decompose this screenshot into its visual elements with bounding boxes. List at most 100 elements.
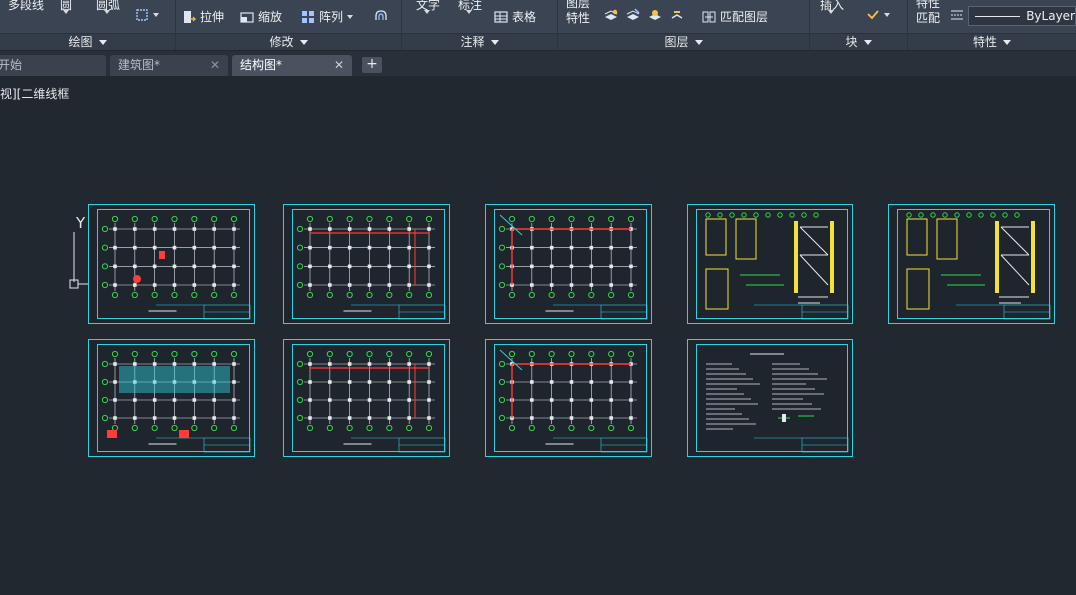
layers-panel-title[interactable]: 图层 bbox=[558, 33, 809, 50]
layer-properties-button[interactable]: 图层 特性 bbox=[566, 0, 590, 26]
scale-label: 缩放 bbox=[258, 10, 283, 24]
table-label: 表格 bbox=[512, 10, 537, 24]
dimension-dropdown[interactable] bbox=[466, 10, 472, 14]
layer-freeze-icon[interactable] bbox=[648, 8, 662, 22]
sheet-drawing bbox=[705, 212, 849, 320]
sheet-drawing bbox=[296, 215, 446, 320]
match-layer-button[interactable]: 匹配图层 bbox=[702, 8, 768, 25]
circle-dropdown[interactable] bbox=[63, 10, 69, 14]
insert-dropdown[interactable] bbox=[828, 10, 834, 14]
lineweight-icon-wrap bbox=[950, 8, 964, 22]
chevron-down-icon bbox=[828, 10, 834, 14]
arc-dropdown[interactable] bbox=[104, 10, 110, 14]
modify-panel: 拉伸 缩放 阵列 修改 bbox=[176, 0, 402, 50]
annotation-panel-title[interactable]: 注释 bbox=[402, 33, 557, 50]
drawing-sheet[interactable] bbox=[88, 204, 255, 324]
drawing-sheet[interactable] bbox=[485, 204, 652, 324]
layers-panel: 图层 特性 匹配图层 图层 bbox=[558, 0, 810, 50]
properties-panel: 特性 匹配 ByLayer 特性 bbox=[908, 0, 1076, 50]
close-icon[interactable]: ✕ bbox=[334, 55, 344, 75]
sheet-drawing bbox=[296, 350, 446, 453]
chevron-down-icon bbox=[424, 10, 430, 14]
drawing-sheet[interactable] bbox=[888, 204, 1055, 324]
polyline-label: 多段线 bbox=[8, 0, 45, 12]
new-tab-button[interactable]: + bbox=[362, 57, 382, 73]
chevron-down-icon bbox=[490, 40, 499, 45]
drawing-sheet[interactable] bbox=[687, 204, 853, 324]
array-button[interactable]: 阵列 bbox=[301, 8, 354, 25]
layer-isolate-icon[interactable] bbox=[626, 8, 640, 22]
chevron-down-icon bbox=[153, 13, 159, 17]
rectangle-tool[interactable] bbox=[135, 8, 159, 22]
tab-start[interactable]: 开始 bbox=[0, 55, 106, 76]
linetype-select[interactable]: ByLayer bbox=[968, 6, 1076, 26]
array-label: 阵列 bbox=[319, 10, 344, 24]
draw-panel: 多段线 圆 圆弧 绘图 bbox=[0, 0, 176, 50]
close-icon[interactable]: ✕ bbox=[210, 55, 220, 75]
drawing-sheet[interactable] bbox=[283, 339, 450, 457]
match-props-line1: 特性 bbox=[916, 0, 941, 10]
match-layer-icon bbox=[702, 11, 716, 22]
autocad-window: 多段线 圆 圆弧 绘图 拉伸 缩放 阵列 修改 文字 标注 表格 注释 图层 特… bbox=[0, 0, 1076, 595]
edit-block-button[interactable] bbox=[866, 8, 890, 22]
scale-icon bbox=[240, 11, 254, 23]
sheet-drawing bbox=[498, 349, 648, 453]
offset-button[interactable] bbox=[374, 8, 388, 22]
text-dropdown[interactable] bbox=[424, 10, 430, 14]
properties-panel-title[interactable]: 特性 bbox=[908, 33, 1076, 50]
linetype-value: ByLayer bbox=[1026, 9, 1075, 23]
block-panel-title[interactable]: 块 bbox=[810, 33, 907, 50]
stretch-label: 拉伸 bbox=[200, 10, 225, 24]
drawing-sheet[interactable] bbox=[485, 339, 652, 457]
lineweight-icon bbox=[951, 10, 963, 20]
layer-off-icon[interactable] bbox=[670, 8, 684, 22]
drawing-sheet[interactable] bbox=[687, 339, 853, 457]
chevron-down-icon bbox=[1003, 40, 1011, 45]
modify-panel-title[interactable]: 修改 bbox=[176, 33, 401, 50]
draw-panel-title[interactable]: 绘图 bbox=[0, 33, 175, 50]
properties-title-text: 特性 bbox=[972, 35, 997, 49]
ribbon: 多段线 圆 圆弧 绘图 拉伸 缩放 阵列 修改 文字 标注 表格 注释 图层 特… bbox=[0, 0, 1076, 50]
rectangle-icon bbox=[136, 9, 148, 21]
chevron-down-icon bbox=[466, 10, 472, 14]
layer-props-line1: 图层 bbox=[566, 0, 591, 10]
tab-architecture-label: 建筑图* bbox=[118, 58, 161, 72]
ucs-y-label: Y bbox=[75, 214, 86, 232]
table-button[interactable]: 表格 bbox=[494, 8, 536, 25]
match-properties-button[interactable]: 特性 匹配 bbox=[916, 0, 940, 26]
layer-make-current-icon[interactable] bbox=[604, 8, 618, 22]
tab-start-label: 开始 bbox=[0, 58, 23, 72]
polyline-button[interactable]: 多段线 bbox=[8, 0, 44, 13]
stretch-icon bbox=[184, 10, 196, 23]
layers-title-text: 图层 bbox=[664, 35, 689, 49]
annotation-panel: 文字 标注 表格 注释 bbox=[402, 0, 558, 50]
linetype-preview bbox=[975, 15, 1021, 17]
sheet-drawing bbox=[498, 214, 648, 320]
viewport-controls[interactable]: 视][二维线框 bbox=[0, 85, 69, 102]
tab-structure[interactable]: 结构图* ✕ bbox=[232, 55, 352, 76]
sheet-drawing bbox=[706, 353, 849, 453]
block-panel: 插入 块 bbox=[810, 0, 908, 50]
layer-props-line2: 特性 bbox=[566, 11, 591, 25]
stretch-button[interactable]: 拉伸 bbox=[182, 8, 224, 25]
draw-title-text: 绘图 bbox=[68, 35, 93, 49]
scale-button[interactable]: 缩放 bbox=[240, 8, 282, 25]
drawing-sheet[interactable] bbox=[88, 339, 255, 457]
chevron-down-icon bbox=[299, 40, 308, 45]
chevron-down-icon bbox=[347, 14, 354, 19]
table-icon bbox=[494, 10, 508, 23]
block-title-text: 块 bbox=[845, 35, 858, 49]
modify-title-text: 修改 bbox=[269, 35, 294, 49]
file-tab-bar: 开始 建筑图* ✕ 结构图* ✕ bbox=[0, 51, 1076, 76]
chevron-down-icon bbox=[884, 13, 890, 17]
chevron-down-icon bbox=[63, 10, 69, 14]
array-icon bbox=[302, 10, 314, 23]
sheet-drawing bbox=[101, 215, 251, 320]
chevron-down-icon bbox=[863, 40, 872, 45]
tab-architecture[interactable]: 建筑图* ✕ bbox=[110, 55, 228, 76]
drawing-sheet[interactable] bbox=[283, 204, 450, 324]
chevron-down-icon bbox=[104, 10, 110, 14]
sheet-drawing bbox=[906, 212, 1051, 320]
offset-icon bbox=[375, 10, 387, 20]
annotation-title-text: 注释 bbox=[460, 35, 485, 49]
